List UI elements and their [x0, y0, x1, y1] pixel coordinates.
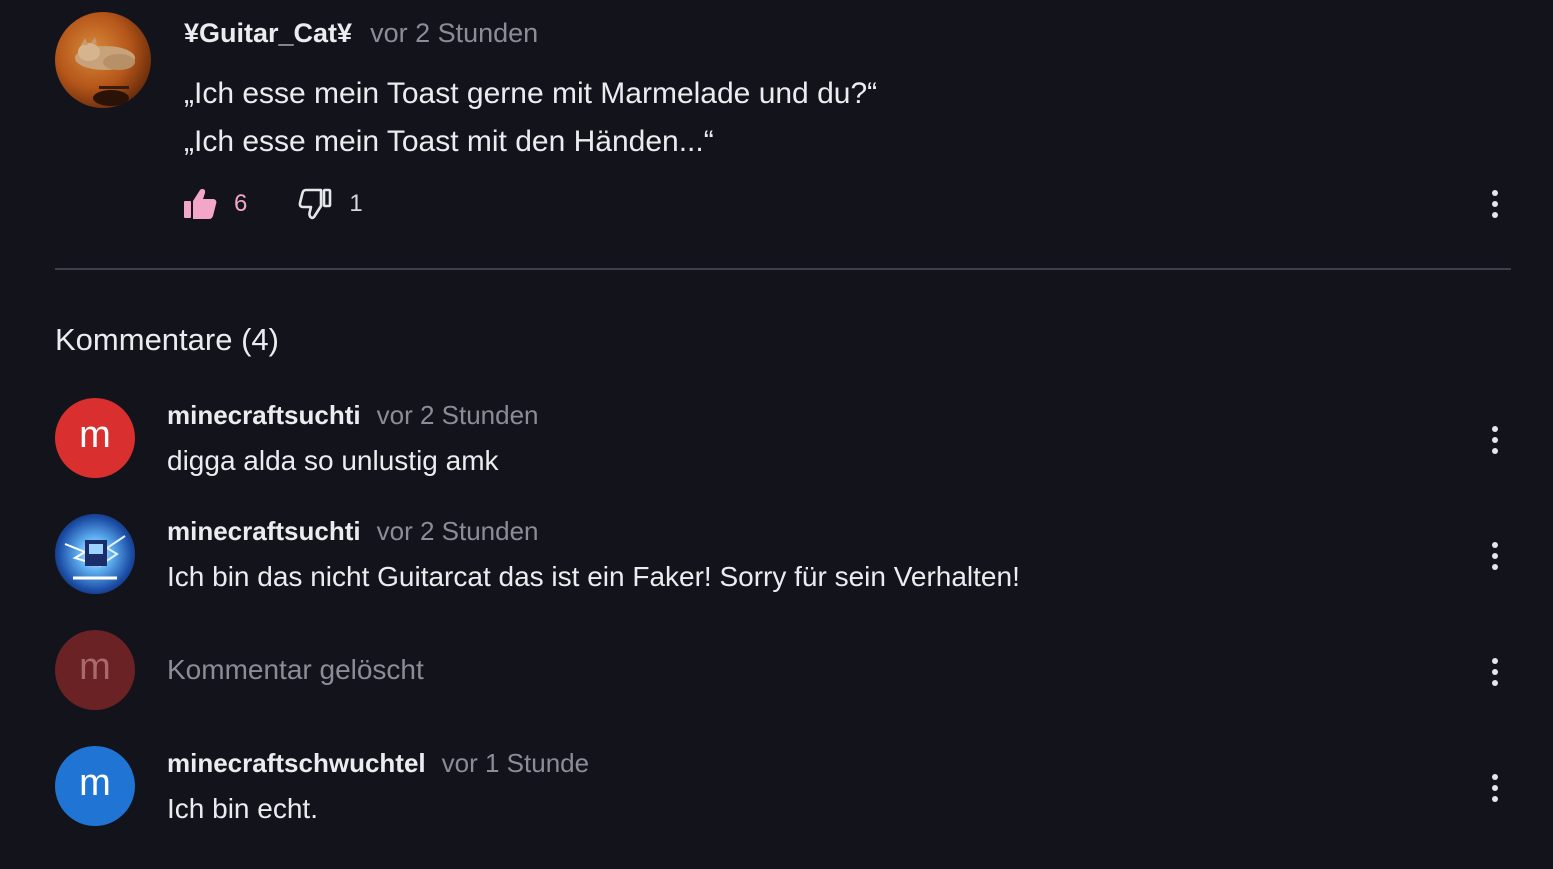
post-line: „Ich esse mein Toast mit den Händen...“ [184, 125, 714, 158]
comment-author[interactable]: minecraftschwuchtel [167, 748, 426, 779]
post-line: „Ich esse mein Toast gerne mit Marmelade… [184, 77, 878, 110]
comment-avatar[interactable]: m [55, 746, 135, 826]
comment-item: m minecraftschwuchtel vor 1 Stunde Ich b… [55, 746, 1515, 836]
comment-avatar: m [55, 630, 135, 710]
post-author-name[interactable]: ¥Guitar_Cat¥ [184, 18, 352, 49]
comment-text: digga alda so unlustig amk [167, 445, 499, 476]
comment-more-options-button[interactable] [1485, 422, 1505, 458]
comment-author[interactable]: minecraftsuchti [167, 400, 361, 431]
avatar-letter: m [79, 761, 111, 804]
divider [55, 268, 1511, 270]
post-header: ¥Guitar_Cat¥ vor 2 Stunden [184, 14, 538, 52]
post-actions: 6 1 [182, 183, 363, 225]
comment-avatar[interactable] [55, 514, 135, 594]
comment-timestamp: vor 1 Stunde [441, 747, 590, 778]
comments-page: ¥Guitar_Cat¥ vor 2 Stunden „Ich esse mei… [0, 0, 1553, 869]
like-button[interactable]: 6 [182, 186, 247, 222]
post-more-options-button[interactable] [1485, 186, 1505, 222]
cat-avatar-image [55, 12, 151, 108]
avatar-letter: m [79, 413, 111, 456]
comment-item: minecraftsuchti vor 2 Stunden Ich bin da… [55, 514, 1515, 604]
comments-heading: Kommentare (4) [55, 322, 279, 357]
comment-more-options-button[interactable] [1485, 654, 1505, 690]
like-count: 6 [234, 190, 248, 217]
comment-timestamp: vor 2 Stunden [376, 515, 539, 546]
comment-timestamp: vor 2 Stunden [376, 399, 539, 430]
post-timestamp: vor 2 Stunden [370, 17, 539, 48]
comment-more-options-button[interactable] [1485, 538, 1505, 574]
more-vertical-icon [1492, 774, 1498, 780]
thumbs-up-icon [184, 189, 217, 219]
thumbs-down-icon [298, 188, 332, 220]
comment-item-deleted: m Kommentar gelöscht [55, 630, 1515, 720]
dislike-button[interactable]: 1 [297, 186, 363, 222]
more-vertical-icon [1492, 426, 1498, 432]
more-vertical-icon [1492, 190, 1498, 196]
post-body: „Ich esse mein Toast gerne mit Marmelade… [184, 70, 1384, 166]
comment-avatar[interactable]: m [55, 398, 135, 478]
comment-text: Ich bin echt. [167, 793, 318, 824]
comment-author[interactable]: minecraftsuchti [167, 516, 361, 547]
comment-meta: minecraftsuchti vor 2 Stunden [167, 398, 539, 432]
more-vertical-icon [1492, 542, 1498, 548]
dislike-count: 1 [349, 190, 363, 217]
more-vertical-icon [1492, 658, 1498, 664]
avatar-letter: m [79, 645, 111, 688]
lightning-avatar-image [55, 514, 135, 594]
comment-meta: minecraftsuchti vor 2 Stunden [167, 514, 539, 548]
deleted-comment-text: Kommentar gelöscht [167, 654, 424, 685]
comment-text: Ich bin das nicht Guitarcat das ist ein … [167, 561, 1020, 592]
post-author-avatar[interactable] [55, 12, 151, 108]
comment-more-options-button[interactable] [1485, 770, 1505, 806]
comment-item: m minecraftsuchti vor 2 Stunden digga al… [55, 398, 1515, 488]
comment-meta: minecraftschwuchtel vor 1 Stunde [167, 746, 589, 780]
